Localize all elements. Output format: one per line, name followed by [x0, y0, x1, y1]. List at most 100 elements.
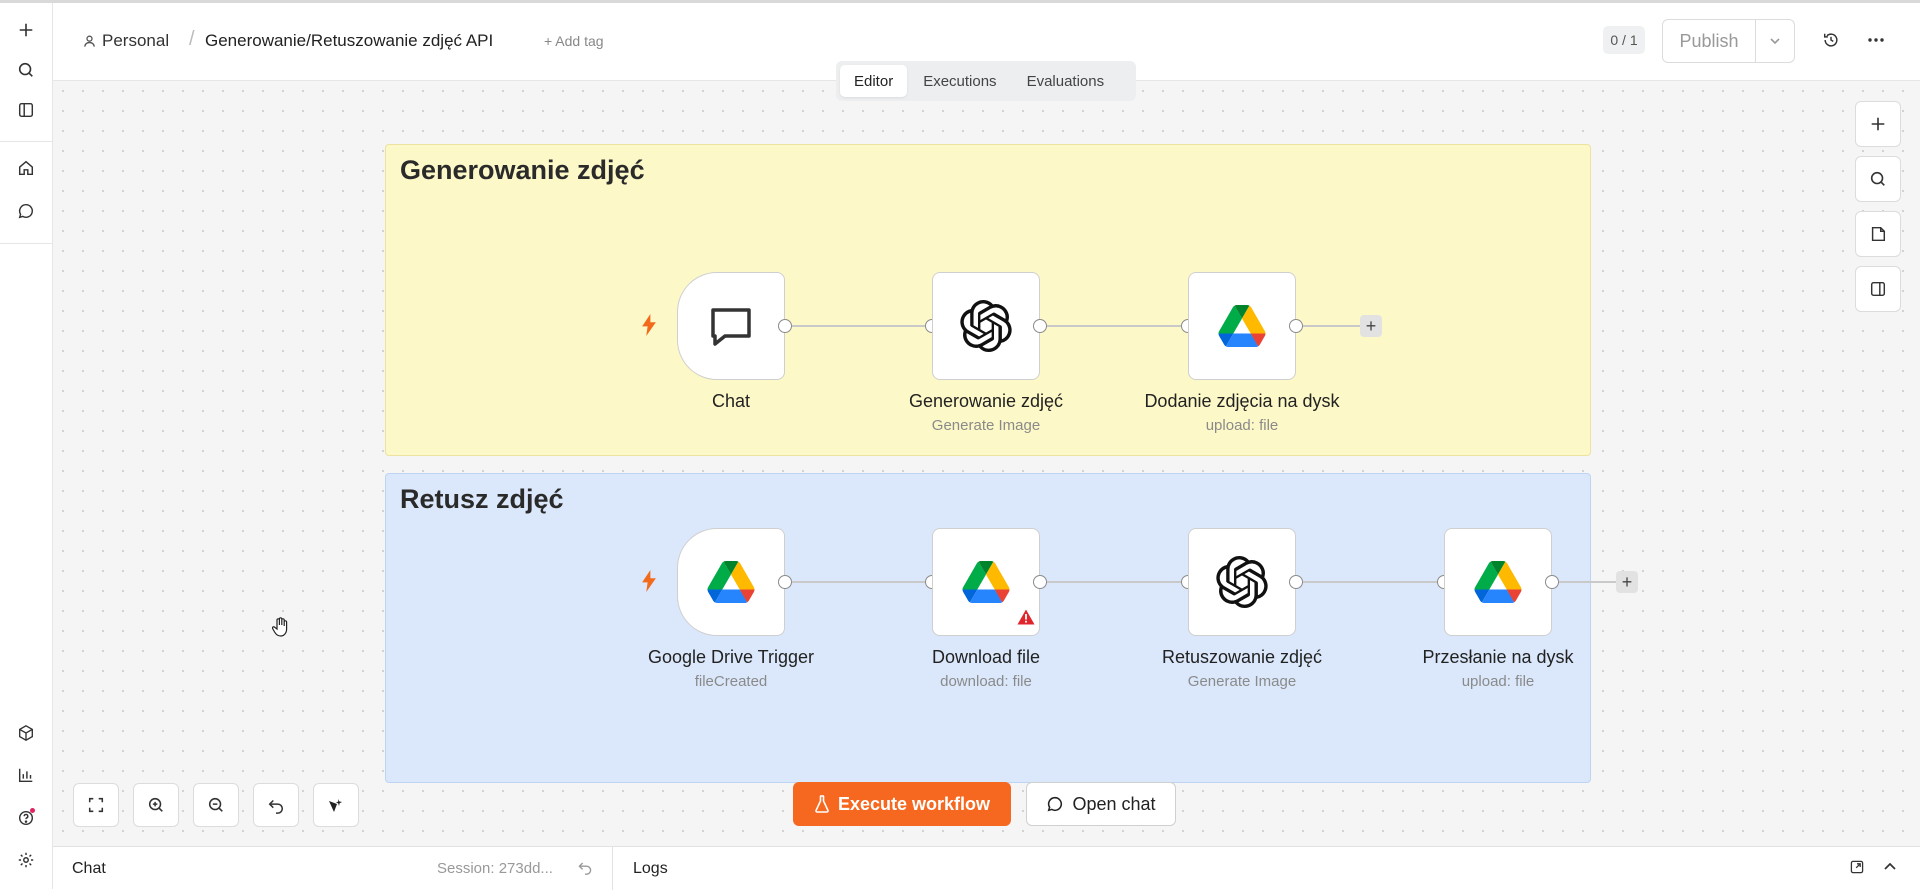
workflow-canvas[interactable]: Generowanie zdjęć Retusz zdjęć Chat Gene… — [53, 81, 1920, 846]
fullscreen-icon — [88, 797, 104, 813]
add-node-plus-icon[interactable]: + — [1360, 315, 1382, 337]
sidebar-divider — [0, 243, 52, 244]
node-download-file[interactable] — [932, 528, 1040, 636]
node-subtitle: fileCreated — [694, 673, 768, 690]
execute-workflow-button[interactable]: Execute workflow — [793, 782, 1011, 826]
node-label: Download file — [931, 647, 1041, 667]
add-node-button[interactable] — [1855, 101, 1901, 147]
chevron-down-icon[interactable] — [1756, 20, 1794, 62]
bottom-panel-bar: Chat Session: 273dd... Logs — [53, 846, 1920, 890]
output-port[interactable] — [778, 575, 792, 589]
node-label: Przesłanie na dysk — [1422, 647, 1574, 667]
trigger-bolt-icon — [640, 314, 658, 341]
add-sticky-button[interactable] — [1855, 211, 1901, 257]
add-tag-button[interactable]: + Add tag — [544, 33, 604, 49]
session-id: Session: 273dd... — [437, 860, 553, 877]
version-counter: 0 / 1 — [1603, 26, 1645, 54]
chat-panel-tab[interactable]: Chat — [72, 860, 106, 878]
node-retuszowanie-zdjec[interactable] — [1188, 528, 1296, 636]
breadcrumb-project[interactable]: Personal — [83, 31, 169, 51]
sticky-note-icon — [1871, 226, 1886, 242]
zoom-in-icon — [148, 797, 163, 812]
google-drive-icon — [1218, 305, 1266, 347]
publish-button[interactable]: Publish — [1662, 19, 1795, 63]
execute-label: Execute workflow — [837, 793, 991, 814]
help-icon[interactable] — [11, 803, 41, 833]
search-icon[interactable] — [11, 55, 41, 85]
trigger-bolt-icon — [640, 570, 658, 597]
output-port[interactable] — [1545, 575, 1559, 589]
chat-bubble-icon — [1048, 796, 1063, 812]
create-plus-icon[interactable] — [11, 15, 41, 45]
tab-executions[interactable]: Executions — [909, 65, 1010, 97]
node-label: Google Drive Trigger — [647, 647, 815, 667]
google-drive-icon — [707, 561, 755, 603]
hand-cursor-icon — [271, 617, 290, 642]
broom-icon — [329, 799, 342, 812]
insights-chart-icon[interactable] — [11, 760, 41, 790]
workflow-title[interactable]: Generowanie/Retuszowanie zdjęć API — [205, 31, 493, 51]
warning-triangle-icon[interactable] — [1017, 609, 1035, 625]
node-subtitle: Generate Image — [931, 417, 1041, 434]
search-nodes-button[interactable] — [1855, 156, 1901, 202]
tab-evaluations[interactable]: Evaluations — [1013, 65, 1119, 97]
node-subtitle: Generate Image — [1187, 673, 1297, 690]
undo-button[interactable] — [253, 783, 299, 827]
toggle-panel-button[interactable] — [1855, 266, 1901, 312]
add-node-plus-icon[interactable]: + — [1616, 571, 1638, 593]
open-chat-button[interactable]: Open chat — [1026, 782, 1176, 826]
notification-dot — [30, 808, 35, 813]
node-chat[interactable] — [677, 272, 785, 380]
output-port[interactable] — [1033, 319, 1047, 333]
output-port[interactable] — [1289, 575, 1303, 589]
undo-icon — [268, 799, 284, 814]
user-icon — [84, 35, 95, 47]
node-dodanie-zdjecia[interactable] — [1188, 272, 1296, 380]
node-label: Retuszowanie zdjęć — [1161, 647, 1323, 667]
more-options-icon[interactable] — [1861, 25, 1891, 55]
node-subtitle: download: file — [940, 673, 1032, 690]
output-port[interactable] — [1033, 575, 1047, 589]
node-label: Generowanie zdjęć — [908, 391, 1064, 411]
project-name: Personal — [102, 31, 170, 50]
panel-divider — [612, 847, 613, 890]
zoom-out-icon — [208, 797, 223, 812]
connection-line — [1559, 581, 1619, 583]
left-sidebar — [0, 3, 53, 889]
connection-line — [1303, 325, 1363, 327]
side-panel-icon — [1870, 281, 1886, 297]
reset-session-icon[interactable] — [577, 859, 593, 880]
fit-view-button[interactable] — [73, 783, 119, 827]
settings-gear-icon[interactable] — [11, 845, 41, 875]
zoom-in-button[interactable] — [133, 783, 179, 827]
node-label: Chat — [711, 391, 751, 411]
node-subtitle: upload: file — [1461, 673, 1535, 690]
chat-nav-icon[interactable] — [11, 196, 41, 226]
zoom-out-button[interactable] — [193, 783, 239, 827]
templates-cube-icon[interactable] — [11, 718, 41, 748]
chat-bubble-icon — [711, 308, 751, 346]
node-generowanie-zdjec[interactable] — [932, 272, 1040, 380]
google-drive-icon — [1474, 561, 1522, 603]
output-port[interactable] — [778, 319, 792, 333]
sidebar-divider — [0, 141, 52, 142]
node-google-drive-trigger[interactable] — [677, 528, 785, 636]
tidy-up-button[interactable] — [313, 783, 359, 827]
chevron-up-icon[interactable] — [1882, 859, 1898, 880]
popout-icon[interactable] — [1849, 859, 1865, 880]
home-icon[interactable] — [11, 153, 41, 183]
output-port[interactable] — [1289, 319, 1303, 333]
sticky-title: Retusz zdjęć — [400, 484, 564, 514]
history-icon[interactable] — [1816, 25, 1846, 55]
node-przeslanie-na-dysk[interactable] — [1444, 528, 1552, 636]
plus-icon — [1871, 117, 1885, 131]
publish-label: Publish — [1663, 20, 1756, 62]
logs-panel-tab[interactable]: Logs — [633, 860, 668, 878]
tab-editor[interactable]: Editor — [840, 65, 908, 97]
open-chat-label: Open chat — [1072, 793, 1156, 814]
openai-icon — [1216, 556, 1268, 608]
search-icon — [1870, 171, 1885, 186]
node-label: Dodanie zdjęcia na dysk — [1144, 391, 1340, 411]
toggle-sidebar-icon[interactable] — [11, 95, 41, 125]
google-drive-icon — [962, 561, 1010, 603]
